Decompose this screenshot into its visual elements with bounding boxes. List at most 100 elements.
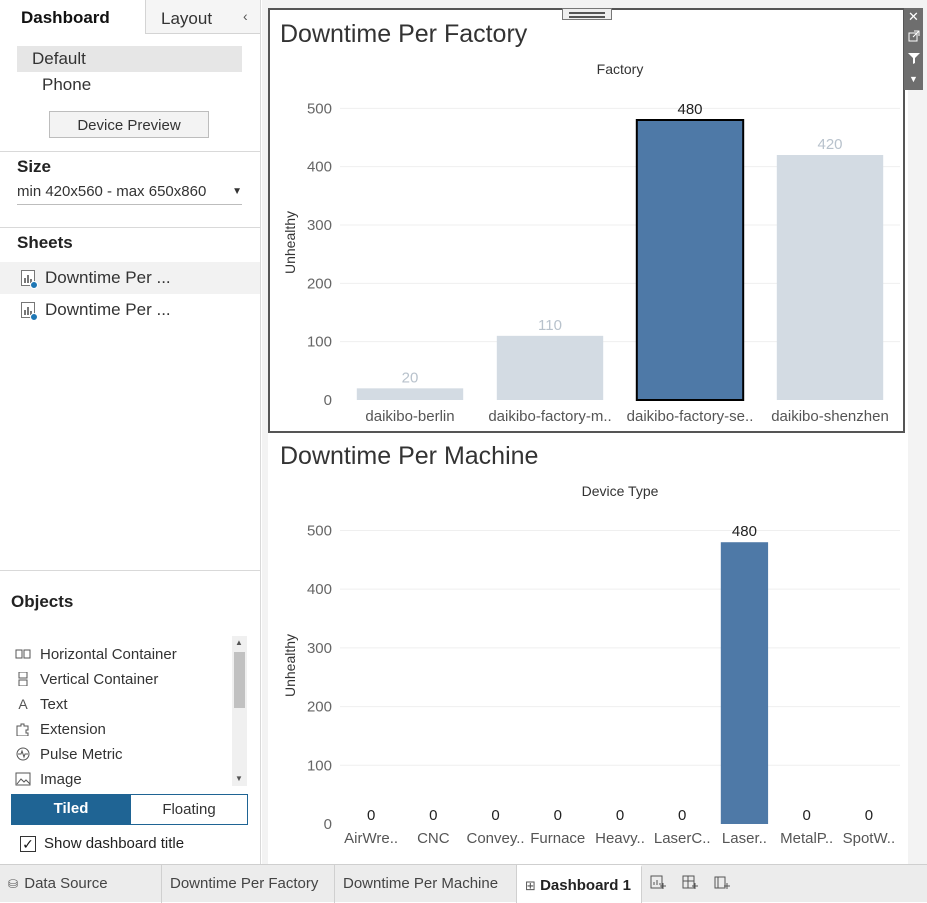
database-icon: ⛁ — [8, 877, 19, 891]
x-tick-label: Heavy.. — [595, 830, 645, 847]
y-tick-label: 200 — [307, 699, 332, 716]
x-tick-label: CNC — [417, 830, 450, 847]
scroll-up-icon[interactable]: ▲ — [235, 638, 243, 647]
x-tick-label: Furnace — [530, 830, 585, 847]
x-tick-label: SpotW.. — [843, 830, 896, 847]
y-axis-title: Unhealthy — [282, 634, 298, 697]
machine-bar-chart: Device Type Unhealthy 0 100 200 300 400 500 0 Air… — [282, 483, 900, 847]
y-tick-label: 500 — [307, 100, 332, 117]
factory-bar-chart: Factory Unhealthy 0 100 200 300 400 500 20 daikib… — [282, 61, 900, 425]
x-tick-label: Convey.. — [467, 830, 525, 847]
close-icon[interactable]: ✕ — [904, 8, 923, 26]
data-label: 0 — [491, 807, 499, 824]
sheet-item-downtime-per-machine[interactable]: Downtime Per ... — [0, 294, 260, 326]
y-tick-label: 200 — [307, 275, 332, 292]
new-dashboard-icon[interactable] — [682, 874, 698, 895]
tiled-button[interactable]: Tiled — [11, 794, 131, 825]
worksheet-icon — [21, 302, 38, 321]
data-label: 0 — [429, 807, 437, 824]
device-phone[interactable]: Phone — [42, 75, 91, 95]
drag-handle[interactable] — [562, 8, 612, 20]
size-dropdown[interactable]: min 420x560 - max 650x860 ▼ — [17, 183, 242, 205]
more-options-icon[interactable]: ▼ — [904, 70, 923, 88]
horizontal-container-icon — [15, 647, 31, 661]
data-label: 20 — [402, 369, 419, 386]
filter-icon[interactable] — [904, 49, 923, 67]
divider — [0, 151, 260, 152]
dashboard-icon: ⊞ — [525, 878, 536, 893]
x-tick-label: AirWre.. — [344, 830, 398, 847]
vertical-container-icon — [15, 671, 31, 687]
chevron-down-icon: ▼ — [232, 186, 242, 197]
bar — [720, 542, 769, 824]
collapse-sidebar-icon[interactable]: ‹ — [243, 8, 248, 24]
objects-scrollbar[interactable]: ▲ ▼ — [232, 636, 247, 786]
data-label: 0 — [367, 807, 375, 824]
size-value: min 420x560 - max 650x860 — [17, 183, 207, 200]
sidebar-tabs: Dashboard Layout ‹ — [0, 0, 260, 34]
dashboard-sidebar: Dashboard Layout ‹ Default Phone Device … — [0, 0, 261, 864]
x-tick-label: daikibo-shenzhen — [771, 408, 889, 425]
objects-list: Horizontal Container Vertical Container … — [11, 640, 231, 790]
tab-downtime-per-factory[interactable]: Downtime Per Factory — [162, 865, 335, 903]
x-tick-label: Laser.. — [722, 830, 767, 847]
object-label: Horizontal Container — [40, 646, 177, 663]
y-tick-label: 300 — [307, 217, 332, 234]
object-extension[interactable]: Extension — [11, 715, 231, 740]
data-label: 0 — [802, 807, 810, 824]
scrollbar-thumb[interactable] — [234, 652, 245, 708]
size-title: Size — [17, 157, 52, 176]
object-label: Image — [40, 771, 82, 788]
object-pulse-metric[interactable]: Pulse Metric — [11, 740, 231, 765]
worksheet-icon — [21, 270, 38, 289]
show-dashboard-title-checkbox[interactable]: ✓ — [20, 836, 36, 852]
extension-icon — [15, 722, 31, 737]
bar — [496, 335, 604, 400]
data-label: 0 — [554, 807, 562, 824]
tab-dashboard-1[interactable]: ⊞ Dashboard 1 — [517, 865, 642, 903]
column-header: Factory — [597, 61, 644, 77]
y-tick-label: 100 — [307, 757, 332, 774]
y-tick-label: 400 — [307, 159, 332, 176]
tab-downtime-per-machine[interactable]: Downtime Per Machine — [335, 865, 517, 903]
sheet-item-label: Downtime Per ... — [45, 300, 171, 319]
sheet-tab-bar: ⛁ Data Source Downtime Per Factory Downt… — [0, 864, 927, 903]
new-story-icon[interactable] — [714, 874, 730, 895]
tab-data-source[interactable]: ⛁ Data Source — [0, 865, 162, 903]
object-text[interactable]: A Text — [11, 690, 231, 715]
y-tick-label: 100 — [307, 334, 332, 351]
y-tick-label: 300 — [307, 640, 332, 657]
x-tick-label: daikibo-factory-m.. — [488, 408, 611, 425]
go-to-sheet-icon[interactable] — [904, 27, 923, 45]
object-horizontal-container[interactable]: Horizontal Container — [11, 640, 231, 665]
floating-button[interactable]: Floating — [130, 794, 248, 825]
x-tick-label: daikibo-factory-se.. — [627, 408, 754, 425]
y-tick-label: 400 — [307, 581, 332, 598]
device-default[interactable]: Default — [17, 46, 242, 72]
text-icon: A — [18, 696, 28, 712]
device-preview-button[interactable]: Device Preview — [49, 111, 209, 138]
object-label: Extension — [40, 721, 106, 738]
object-vertical-container[interactable]: Vertical Container — [11, 665, 231, 690]
y-tick-label: 500 — [307, 522, 332, 539]
data-label: 0 — [616, 807, 624, 824]
tab-label: Downtime Per Machine — [343, 875, 499, 892]
tab-label: Data Source — [24, 875, 108, 892]
panel-title: Downtime Per Machine — [280, 442, 539, 470]
x-tick-label: MetalP.. — [780, 830, 833, 847]
object-label: Text — [40, 696, 68, 713]
tab-label: Downtime Per Factory — [170, 875, 319, 892]
sheet-item-downtime-per-factory[interactable]: Downtime Per ... — [0, 262, 260, 294]
object-image[interactable]: Image — [11, 765, 231, 790]
column-header: Device Type — [582, 483, 659, 499]
bar — [776, 155, 884, 400]
bar — [356, 388, 464, 400]
data-label: 0 — [865, 807, 873, 824]
new-worksheet-icon[interactable] — [650, 874, 666, 895]
image-icon — [15, 772, 31, 786]
divider — [0, 570, 260, 571]
tab-dashboard[interactable]: Dashboard — [0, 0, 146, 34]
pulse-metric-icon — [15, 747, 31, 761]
objects-title: Objects — [11, 592, 74, 611]
scroll-down-icon[interactable]: ▼ — [235, 774, 243, 783]
